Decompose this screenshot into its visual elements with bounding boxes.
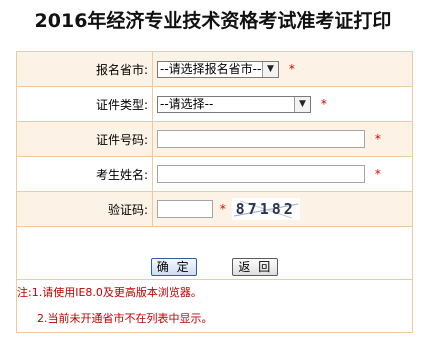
- name-row: 考生姓名: *: [16, 156, 413, 192]
- id-number-label-cell: 证件号码:: [16, 121, 153, 157]
- page-title: 2016年经济专业技术资格考试准考证打印: [34, 10, 392, 32]
- required-star: *: [219, 202, 226, 216]
- note-text-1: 1.请使用IE8.0及更高版本浏览器。: [31, 286, 202, 299]
- name-field-cell: *: [152, 156, 413, 192]
- captcha-row: 验证码: * 87182: [16, 191, 413, 227]
- id-type-field-cell: --请选择-- ▼ *: [152, 86, 413, 122]
- id-number-label: 证件号码:: [95, 132, 148, 147]
- id-type-row: 证件类型: --请选择-- ▼ *: [16, 86, 413, 122]
- captcha-label: 验证码:: [107, 202, 148, 217]
- confirm-button[interactable]: 确 定: [150, 258, 197, 276]
- buttons-cell: 确 定 返 回: [16, 226, 413, 280]
- captcha-input[interactable]: [157, 200, 213, 218]
- ticket-form: 报名省市: --请选择报名省市-- ▼ * 证件类型: --请选择-- ▼ *: [16, 51, 413, 333]
- back-button[interactable]: 返 回: [232, 258, 279, 276]
- id-type-label-cell: 证件类型:: [16, 86, 153, 122]
- captcha-image[interactable]: 87182: [231, 198, 300, 220]
- province-select-value: --请选择报名省市--: [160, 61, 262, 76]
- required-star: *: [288, 62, 295, 76]
- id-type-label: 证件类型:: [95, 97, 148, 112]
- name-input[interactable]: [157, 165, 365, 183]
- id-type-select[interactable]: --请选择-- ▼: [157, 95, 311, 113]
- province-select[interactable]: --请选择报名省市-- ▼: [157, 60, 279, 78]
- chevron-down-icon[interactable]: ▼: [262, 61, 278, 77]
- id-number-row: 证件号码: *: [16, 121, 413, 157]
- notes-row: 注:1.请使用IE8.0及更高版本浏览器。 2.当前未开通省市不在列表中显示。: [16, 279, 413, 333]
- required-star: *: [374, 132, 381, 146]
- chevron-down-icon[interactable]: ▼: [294, 96, 310, 112]
- name-label-cell: 考生姓名:: [16, 156, 153, 192]
- notes-cell: 注:1.请使用IE8.0及更高版本浏览器。 2.当前未开通省市不在列表中显示。: [16, 279, 413, 333]
- province-label: 报名省市:: [95, 62, 148, 77]
- buttons-row: 确 定 返 回: [16, 226, 413, 280]
- print-page: 2016年经济专业技术资格考试准考证打印 报名省市: --请选择报名省市-- ▼…: [0, 0, 426, 347]
- note-text-2: 2.当前未开通省市不在列表中显示。: [37, 312, 213, 325]
- name-label: 考生姓名:: [95, 167, 148, 182]
- note-line-1: 注:1.请使用IE8.0及更高版本浏览器。: [17, 280, 412, 306]
- note-prefix: 注:: [17, 286, 32, 299]
- required-star: *: [320, 97, 327, 111]
- id-number-field-cell: *: [152, 121, 413, 157]
- captcha-label-cell: 验证码:: [16, 191, 153, 227]
- captcha-field-cell: * 87182: [152, 191, 413, 227]
- province-row: 报名省市: --请选择报名省市-- ▼ *: [16, 51, 413, 87]
- id-type-select-value: --请选择--: [160, 96, 214, 111]
- captcha-text: 87182: [235, 200, 296, 218]
- province-label-cell: 报名省市:: [16, 51, 153, 87]
- required-star: *: [374, 167, 381, 181]
- province-field-cell: --请选择报名省市-- ▼ *: [152, 51, 413, 87]
- note-line-2: 2.当前未开通省市不在列表中显示。: [17, 306, 412, 332]
- id-number-input[interactable]: [157, 130, 365, 148]
